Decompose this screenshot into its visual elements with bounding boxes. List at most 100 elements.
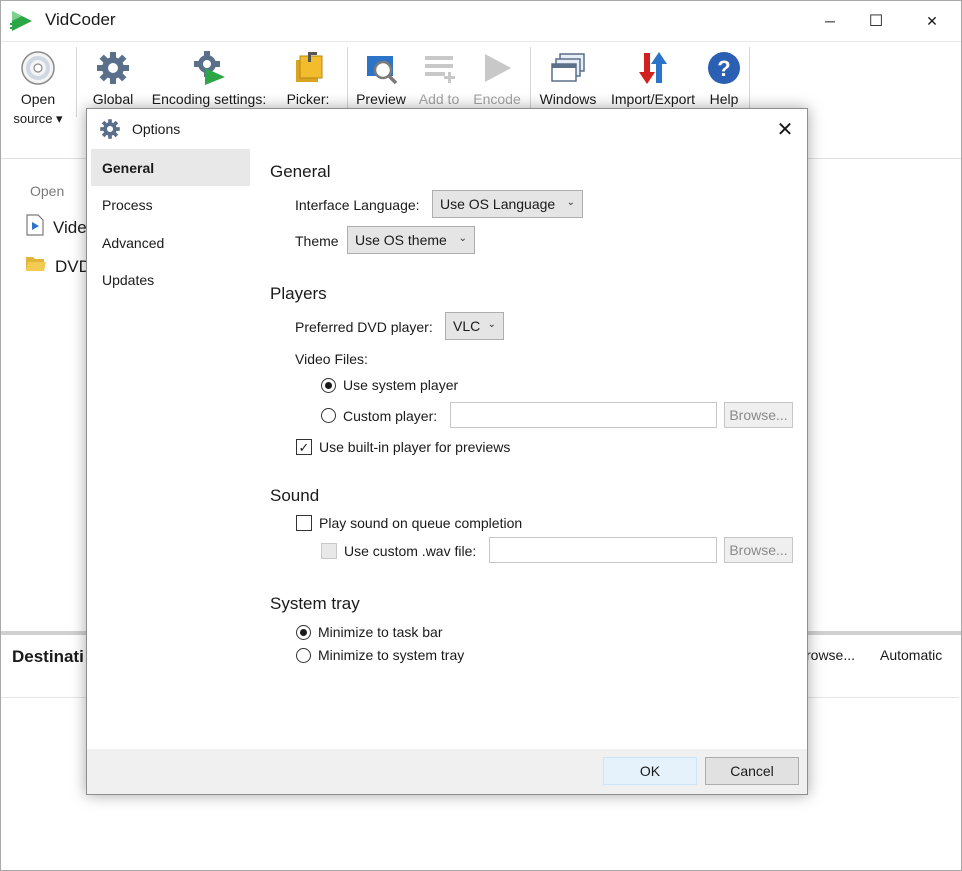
custom-player-browse-button[interactable]: Browse... bbox=[724, 402, 793, 428]
dvd-player-select[interactable]: VLC ⌄ bbox=[445, 312, 504, 340]
chevron-down-icon: ⌄ bbox=[487, 319, 496, 330]
dialog-title-bar: Options ✕ bbox=[87, 109, 807, 149]
interface-language-value: Use OS Language bbox=[440, 196, 556, 212]
dialog-title: Options bbox=[132, 121, 181, 137]
maximize-icon: ☐ bbox=[868, 13, 884, 30]
add-to-queue-icon bbox=[419, 46, 459, 90]
custom-player-label[interactable]: Custom player: bbox=[343, 408, 437, 424]
preview-button[interactable]: Preview bbox=[355, 46, 407, 109]
minimize-button[interactable]: ─ bbox=[807, 1, 853, 41]
builtin-player-label[interactable]: Use built-in player for previews bbox=[319, 439, 510, 455]
add-to-queue-button[interactable]: Add to bbox=[415, 46, 463, 109]
sound-heading: Sound bbox=[270, 486, 320, 505]
app-title: VidCoder bbox=[45, 10, 116, 29]
destination-automatic-button[interactable]: Automatic bbox=[880, 647, 942, 663]
play-icon bbox=[477, 46, 517, 90]
cancel-button[interactable]: Cancel bbox=[705, 757, 799, 785]
toolbar-separator bbox=[749, 47, 750, 117]
system-tray-heading: System tray bbox=[270, 594, 360, 613]
picker-button[interactable]: Picker: bbox=[285, 46, 331, 109]
open-source-label-line2: source ▾ bbox=[13, 111, 63, 126]
video-file-icon bbox=[25, 214, 45, 241]
general-heading: General bbox=[270, 162, 331, 181]
maximize-button[interactable]: ☐ bbox=[853, 1, 899, 41]
theme-select[interactable]: Use OS theme ⌄ bbox=[347, 226, 475, 254]
interface-language-select[interactable]: Use OS Language ⌄ bbox=[432, 190, 583, 218]
windows-label: Windows bbox=[539, 91, 597, 107]
custom-player-radio[interactable] bbox=[321, 408, 336, 423]
encode-label: Encode bbox=[473, 91, 521, 107]
add-to-label: Add to bbox=[418, 91, 460, 107]
title-bar: VidCoder ─ ☐ ✕ bbox=[1, 1, 961, 41]
theme-value: Use OS theme bbox=[355, 232, 447, 248]
builtin-player-checkbox[interactable]: ✓ bbox=[296, 439, 312, 455]
nav-item-advanced[interactable]: Advanced bbox=[91, 224, 250, 261]
custom-player-input[interactable] bbox=[450, 402, 717, 428]
toolbar-separator bbox=[530, 47, 531, 117]
play-sound-checkbox[interactable] bbox=[296, 515, 312, 531]
close-icon: ✕ bbox=[926, 12, 938, 29]
import-export-button[interactable]: Import/Export bbox=[605, 46, 701, 109]
options-nav: General Process Advanced Updates bbox=[87, 149, 251, 749]
video-files-label: Video Files: bbox=[295, 351, 368, 367]
minimize-tray-label[interactable]: Minimize to system tray bbox=[318, 647, 464, 663]
preview-label: Preview bbox=[356, 91, 406, 107]
use-system-player-label[interactable]: Use system player bbox=[343, 377, 458, 393]
ok-button[interactable]: OK bbox=[603, 757, 697, 785]
dvd-player-label: Preferred DVD player: bbox=[295, 319, 433, 335]
svg-text:?: ? bbox=[717, 56, 730, 81]
folder-icon bbox=[25, 254, 47, 279]
close-button[interactable]: ✕ bbox=[909, 1, 955, 41]
picker-label: Picker: bbox=[286, 91, 330, 107]
dvd-player-value: VLC bbox=[453, 318, 481, 334]
open-heading: Open bbox=[30, 183, 65, 199]
close-icon: ✕ bbox=[776, 118, 794, 141]
players-heading: Players bbox=[270, 284, 327, 303]
gear-icon bbox=[99, 118, 121, 140]
preview-icon bbox=[361, 46, 401, 90]
open-dvd-link[interactable]: DVD bbox=[25, 254, 91, 279]
destination-browse-button[interactable]: rowse... bbox=[806, 647, 855, 663]
global-label: Global bbox=[92, 91, 134, 107]
encode-button[interactable]: Encode bbox=[471, 46, 523, 109]
destination-label: Destinati bbox=[12, 647, 84, 666]
toolbar-separator bbox=[347, 47, 348, 117]
disc-icon bbox=[18, 46, 58, 90]
open-video-file-link[interactable]: Vide bbox=[25, 214, 87, 241]
nav-item-updates[interactable]: Updates bbox=[91, 261, 250, 298]
chevron-down-icon: ⌄ bbox=[566, 197, 575, 208]
global-settings-button[interactable]: Global bbox=[91, 46, 135, 109]
custom-wav-checkbox[interactable] bbox=[321, 543, 337, 559]
help-icon: ? bbox=[704, 46, 744, 90]
custom-wav-label[interactable]: Use custom .wav file: bbox=[344, 543, 476, 559]
toolbar-separator bbox=[76, 47, 77, 117]
use-system-player-radio[interactable] bbox=[321, 378, 336, 393]
import-export-icon bbox=[633, 46, 673, 90]
open-source-label-line1: Open bbox=[20, 91, 56, 107]
import-export-label: Import/Export bbox=[610, 91, 696, 107]
minimize-taskbar-radio[interactable] bbox=[296, 625, 311, 640]
custom-wav-browse-button[interactable]: Browse... bbox=[724, 537, 793, 563]
nav-item-general[interactable]: General bbox=[91, 149, 250, 186]
open-video-label: Vide bbox=[53, 217, 87, 237]
theme-label: Theme bbox=[295, 233, 339, 249]
minimize-tray-radio[interactable] bbox=[296, 648, 311, 663]
dialog-close-button[interactable]: ✕ bbox=[767, 113, 803, 145]
help-label: Help bbox=[709, 91, 739, 107]
minimize-icon: ─ bbox=[825, 13, 835, 29]
nav-item-process[interactable]: Process bbox=[91, 186, 250, 223]
minimize-taskbar-label[interactable]: Minimize to task bar bbox=[318, 624, 442, 640]
windows-icon bbox=[548, 46, 588, 90]
encoding-settings-label: Encoding settings: bbox=[151, 91, 267, 107]
chevron-down-icon: ⌄ bbox=[458, 233, 467, 244]
play-sound-label[interactable]: Play sound on queue completion bbox=[319, 515, 522, 531]
encoding-settings-button[interactable]: Encoding settings: bbox=[148, 46, 270, 109]
interface-language-label: Interface Language: bbox=[295, 197, 420, 213]
encoding-gear-icon bbox=[189, 46, 229, 90]
open-source-button[interactable]: Open source ▾ bbox=[13, 46, 63, 128]
custom-wav-input[interactable] bbox=[489, 537, 717, 563]
options-dialog: Options ✕ General Process Advanced Updat… bbox=[86, 108, 808, 795]
vidcoder-logo-icon bbox=[10, 10, 34, 32]
help-button[interactable]: ? Help bbox=[705, 46, 743, 109]
windows-button[interactable]: Windows bbox=[537, 46, 599, 109]
